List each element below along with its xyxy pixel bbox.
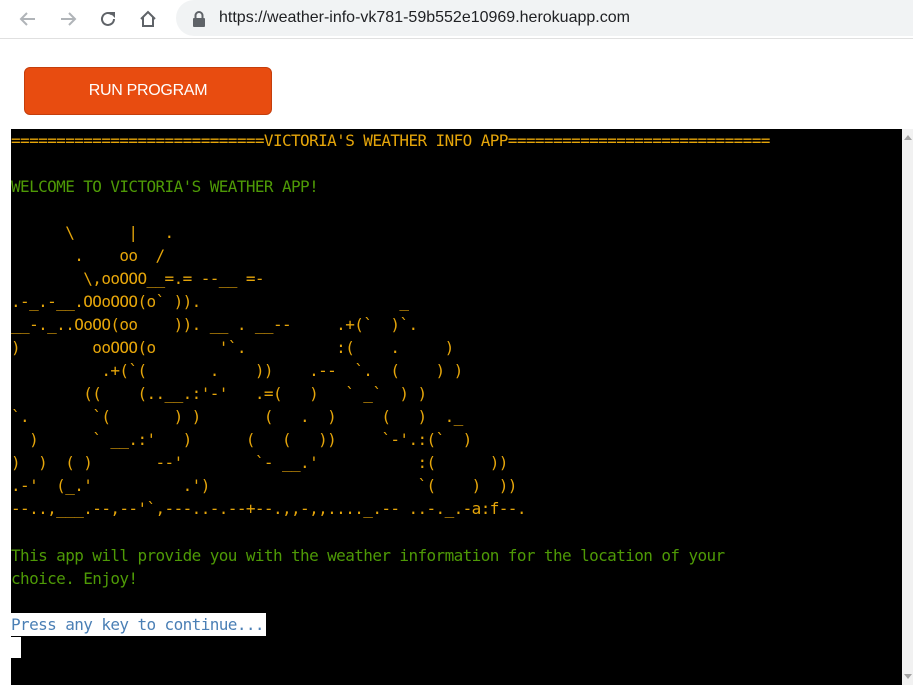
arrow-left-icon [19,12,35,26]
url-text: https://weather-info-vk781-59b552e10969.… [219,9,630,26]
reload-icon [101,11,115,26]
text-cursor [11,637,21,658]
terminal-scrollbar[interactable] [902,129,913,685]
ascii-art: \ | . . oo / \,ooOOO__=.= --__ =- .-_.-_… [11,223,526,518]
app-header: ============================VICTORIA'S W… [11,131,770,150]
forward-button[interactable] [54,5,82,33]
continue-prompt: Press any key to continue... [11,613,266,636]
terminal[interactable]: ============================VICTORIA'S W… [11,129,902,685]
reload-button[interactable] [94,5,122,33]
lock-icon [193,11,205,27]
home-icon [140,10,156,27]
home-button[interactable] [134,5,162,33]
arrow-right-icon [61,12,77,26]
intro-text: This app will provide you with the weath… [11,546,725,588]
welcome-text: WELCOME TO VICTORIA'S WEATHER APP! [11,177,319,196]
address-bar[interactable]: https://weather-info-vk781-59b552e10969.… [176,0,913,36]
scroll-down-icon[interactable] [904,674,912,679]
back-button[interactable] [14,5,42,33]
run-program-button[interactable]: RUN PROGRAM [24,67,272,115]
scroll-up-icon[interactable] [904,135,912,140]
browser-toolbar: https://weather-info-vk781-59b552e10969.… [0,0,913,39]
